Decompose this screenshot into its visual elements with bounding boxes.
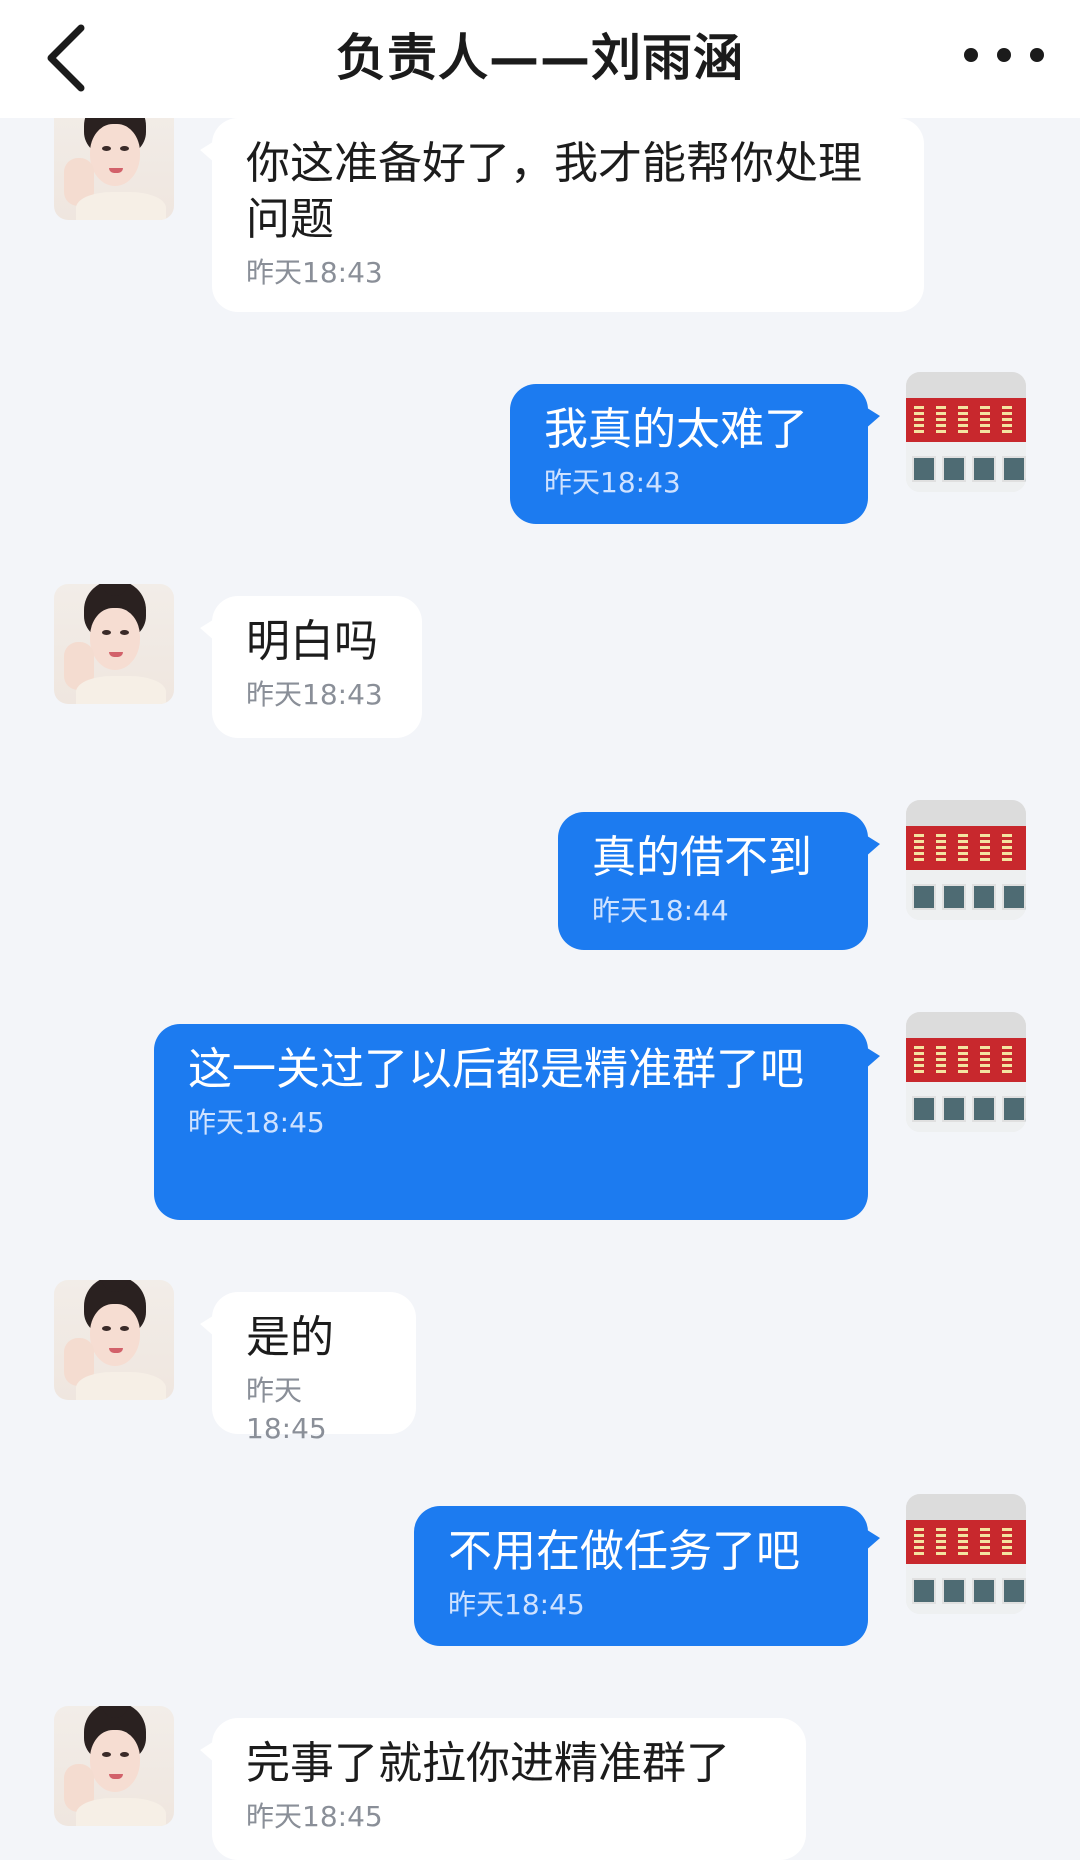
my-avatar[interactable] xyxy=(906,1012,1026,1132)
message-text: 我真的太难了 xyxy=(544,404,808,455)
message-time: 昨天18:45 xyxy=(188,1106,325,1139)
contact-avatar[interactable] xyxy=(54,1706,174,1826)
message-time: 昨天18:44 xyxy=(592,894,729,927)
message-bubble-outgoing[interactable]: 这一关过了以后都是精准群了吧 昨天18:45 xyxy=(154,1024,880,1220)
message-time: 昨天18:43 xyxy=(246,256,383,289)
chat-title: 负责人——刘雨涵 xyxy=(336,29,744,87)
message-time: 昨天18:45 xyxy=(246,1374,327,1445)
message-time: 昨天18:43 xyxy=(544,466,681,499)
message-text: 是的 xyxy=(246,1312,334,1363)
message-time: 昨天18:45 xyxy=(448,1588,585,1621)
my-avatar[interactable] xyxy=(906,372,1026,492)
message-text: 你这准备好了，我才能帮你处理问题 xyxy=(246,138,862,245)
my-avatar[interactable] xyxy=(906,800,1026,920)
more-dots-icon xyxy=(964,48,978,62)
contact-avatar[interactable] xyxy=(54,100,174,220)
contact-avatar[interactable] xyxy=(54,1280,174,1400)
message-bubble-outgoing[interactable]: 真的借不到 昨天18:44 xyxy=(558,812,880,950)
message-time: 昨天18:45 xyxy=(246,1800,383,1833)
message-text: 这一关过了以后都是精准群了吧 xyxy=(188,1044,804,1095)
message-time: 昨天18:43 xyxy=(246,678,383,711)
message-text: 真的借不到 xyxy=(592,832,812,883)
message-bubble-outgoing[interactable]: 不用在做任务了吧 昨天18:45 xyxy=(414,1506,880,1646)
message-bubble-incoming[interactable]: 明白吗 昨天18:43 xyxy=(200,596,422,738)
top-bar: 负责人——刘雨涵 xyxy=(0,0,1080,118)
message-text: 明白吗 xyxy=(246,616,378,667)
message-text: 完事了就拉你进精准群了 xyxy=(246,1738,730,1789)
my-avatar[interactable] xyxy=(906,1494,1026,1614)
message-bubble-incoming[interactable]: 是的 昨天18:45 xyxy=(200,1292,416,1445)
message-bubble-incoming[interactable]: 你这准备好了，我才能帮你处理问题 昨天18:43 xyxy=(200,118,924,312)
chat-area[interactable]: 你这准备好了，我才能帮你处理问题 昨天18:43 我真的太难了 昨天18:43 … xyxy=(0,0,1080,1860)
message-bubble-outgoing[interactable]: 我真的太难了 昨天18:43 xyxy=(510,384,880,524)
contact-avatar[interactable] xyxy=(54,584,174,704)
more-options-button[interactable] xyxy=(964,30,1044,80)
message-text: 不用在做任务了吧 xyxy=(448,1526,800,1577)
message-bubble-incoming[interactable]: 完事了就拉你进精准群了 昨天18:45 xyxy=(200,1718,806,1860)
